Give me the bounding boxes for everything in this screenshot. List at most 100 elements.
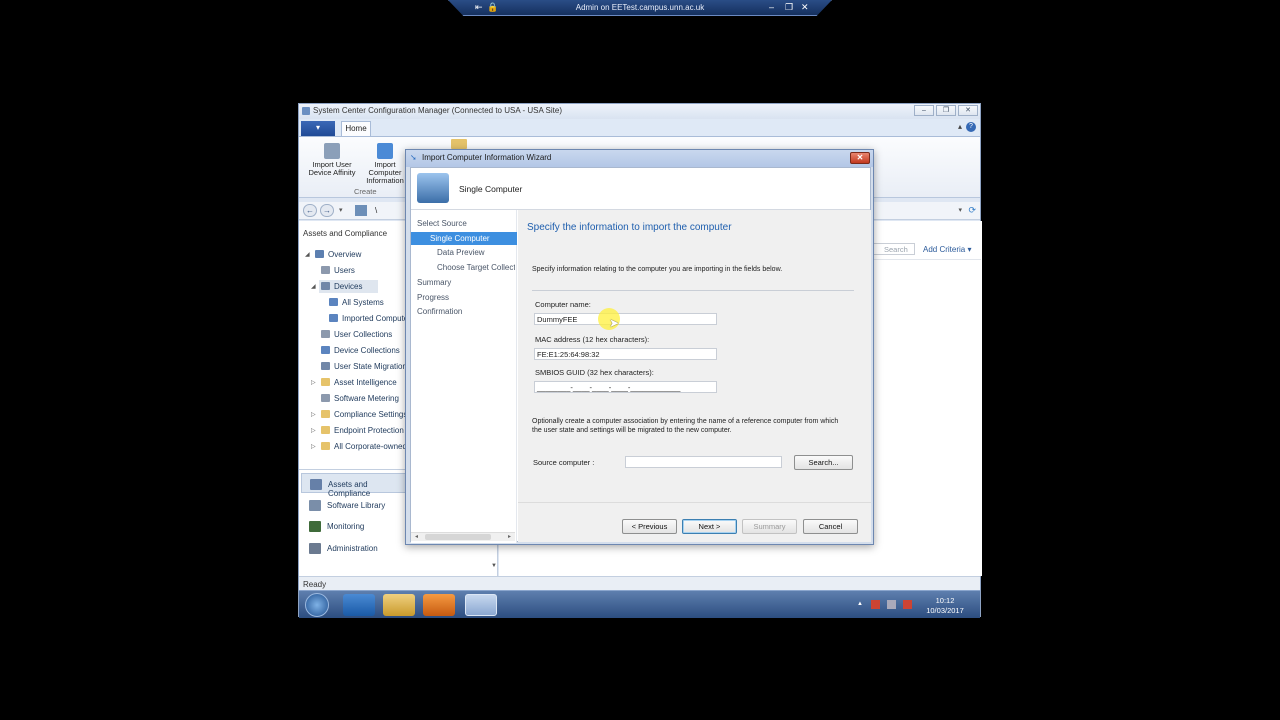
horizontal-scrollbar[interactable]: ◂ ▸ (411, 532, 515, 541)
workspace-administration[interactable]: Administration (301, 538, 409, 558)
previous-button[interactable]: < Previous (622, 519, 677, 534)
association-text-line-2: the user state and settings will be migr… (532, 427, 732, 434)
network-icon[interactable] (887, 600, 896, 609)
configmgr-taskbar-icon[interactable] (465, 594, 497, 616)
divider (871, 259, 981, 260)
monitoring-icon (309, 521, 321, 532)
workspace-software-library[interactable]: Software Library (301, 495, 409, 515)
close-button[interactable]: ✕ (958, 105, 978, 116)
mac-address-field[interactable]: FE:E1:25:64:98:32 (534, 348, 717, 360)
minimize-button[interactable]: – (914, 105, 934, 116)
restore-icon[interactable]: ❐ (785, 2, 793, 13)
media-player-icon[interactable] (423, 594, 455, 616)
tree-item-all-systems[interactable]: All Systems (329, 298, 384, 307)
workspace-title: Assets and Compliance (303, 229, 388, 238)
clock-time[interactable]: 10:12 (923, 596, 967, 605)
search-button[interactable]: Search (873, 243, 915, 255)
next-button[interactable]: Next > (682, 519, 737, 534)
clock-date[interactable]: 10/03/2017 (921, 606, 969, 615)
action-center-icon[interactable] (871, 600, 880, 609)
ribbon-button-label: Import User Device Affinity (308, 160, 356, 177)
summary-button[interactable]: Summary (742, 519, 797, 534)
remote-session-bar: ⇤ 🔒 Admin on EETest.campus.unn.ac.uk – ❐… (448, 0, 832, 16)
console-root-icon (355, 205, 367, 216)
expand-icon[interactable]: ▷ (311, 443, 316, 450)
app-icon (302, 107, 310, 115)
close-button[interactable]: ✕ (850, 152, 870, 164)
configure-buttons-icon[interactable]: ▼ (491, 563, 497, 569)
folder-icon[interactable] (451, 139, 467, 149)
breadcrumb[interactable]: \ (375, 206, 377, 215)
tree-item-devices[interactable]: Devices (319, 280, 379, 293)
path-dropdown-icon[interactable]: ▾ (958, 206, 962, 214)
refresh-icon[interactable]: ⟳ (968, 205, 976, 216)
tree-item-endpoint-protection[interactable]: Endpoint Protection (321, 426, 404, 435)
minimize-icon[interactable]: – (769, 2, 774, 12)
scrollbar-thumb[interactable] (425, 534, 491, 540)
expand-icon[interactable]: ▷ (311, 427, 316, 434)
close-icon[interactable]: ✕ (801, 2, 809, 13)
tree-item-user-state-migration[interactable]: User State Migration (321, 362, 407, 371)
tree-item-asset-intelligence[interactable]: Asset Intelligence (321, 378, 397, 387)
ribbon-button-label: Import Computer Information (366, 160, 404, 185)
smbios-guid-field[interactable]: ________-____-____-____-____________ (534, 381, 717, 393)
back-icon[interactable]: ← (303, 204, 317, 217)
tab-home[interactable]: Home (341, 121, 371, 136)
scroll-left-icon[interactable]: ◂ (415, 533, 418, 540)
users-icon (321, 266, 330, 274)
devices-icon (321, 282, 330, 290)
divider (532, 290, 854, 291)
file-explorer-icon[interactable] (383, 594, 415, 616)
source-computer-field[interactable] (625, 456, 782, 468)
ribbon-group-label: Create (354, 187, 377, 196)
tree-item-imported-computers[interactable]: Imported Computers (329, 314, 415, 323)
collapse-ribbon-icon[interactable]: ▴ (958, 122, 962, 131)
scroll-right-icon[interactable]: ▸ (508, 533, 511, 540)
import-computer-wizard: ➘ Import Computer Information Wizard ✕ S… (405, 149, 874, 545)
tree-item-overview[interactable]: Overview (315, 250, 361, 259)
help-icon[interactable]: ? (966, 122, 976, 132)
step-progress: Progress (417, 293, 450, 302)
import-user-device-affinity-button[interactable]: Import User Device Affinity (305, 143, 359, 177)
volume-icon[interactable] (903, 600, 912, 609)
wizard-icon: ➘ (410, 153, 417, 162)
start-button[interactable] (305, 593, 329, 617)
page-heading: Specify the information to import the co… (527, 222, 732, 233)
step-select-source: Select Source (417, 219, 467, 228)
window-title-bar: System Center Configuration Manager (Con… (299, 104, 980, 119)
collection-icon (329, 314, 338, 322)
import-computer-information-button[interactable]: Import Computer Information (361, 143, 409, 185)
file-menu-button[interactable]: ▾ (301, 121, 335, 136)
cancel-button[interactable]: Cancel (803, 519, 858, 534)
collapse-icon[interactable]: ◢ (305, 251, 310, 258)
divider (518, 502, 871, 503)
forward-icon[interactable]: → (320, 204, 334, 217)
search-button[interactable]: Search... (794, 455, 853, 470)
workspace-monitoring[interactable]: Monitoring (301, 516, 409, 536)
step-summary: Summary (417, 278, 452, 287)
collection-icon (321, 346, 330, 354)
wizard-header-title: Single Computer (459, 184, 523, 194)
collapse-icon[interactable]: ◢ (311, 283, 316, 290)
tree-item-device-collections[interactable]: Device Collections (321, 346, 400, 355)
tree-item-user-collections[interactable]: User Collections (321, 330, 392, 339)
collection-icon (329, 298, 338, 306)
expand-icon[interactable]: ▷ (311, 411, 316, 418)
history-dropdown-icon[interactable]: ▾ (339, 206, 343, 214)
migration-icon (321, 362, 330, 370)
maximize-button[interactable]: ❐ (936, 105, 956, 116)
computer-name-field[interactable]: DummyFEE (534, 313, 717, 325)
expand-icon[interactable]: ▷ (311, 379, 316, 386)
step-choose-target-collection: Choose Target Collection (437, 263, 515, 272)
mouse-cursor-icon: ➤ (609, 316, 620, 330)
tree-item-software-metering[interactable]: Software Metering (321, 394, 399, 403)
wizard-steps: Select Source Single Computer Data Previ… (411, 210, 517, 543)
add-criteria-link[interactable]: Add Criteria ▾ (923, 245, 971, 254)
step-data-preview: Data Preview (437, 248, 485, 257)
show-hidden-icons-icon[interactable]: ▲ (857, 601, 863, 607)
tree-item-compliance-settings[interactable]: Compliance Settings (321, 410, 407, 419)
tree-item-users[interactable]: Users (321, 266, 355, 275)
workspace-assets-and-compliance[interactable]: Assets and Compliance (301, 473, 409, 498)
library-icon (309, 500, 321, 511)
internet-explorer-icon[interactable] (343, 594, 375, 616)
